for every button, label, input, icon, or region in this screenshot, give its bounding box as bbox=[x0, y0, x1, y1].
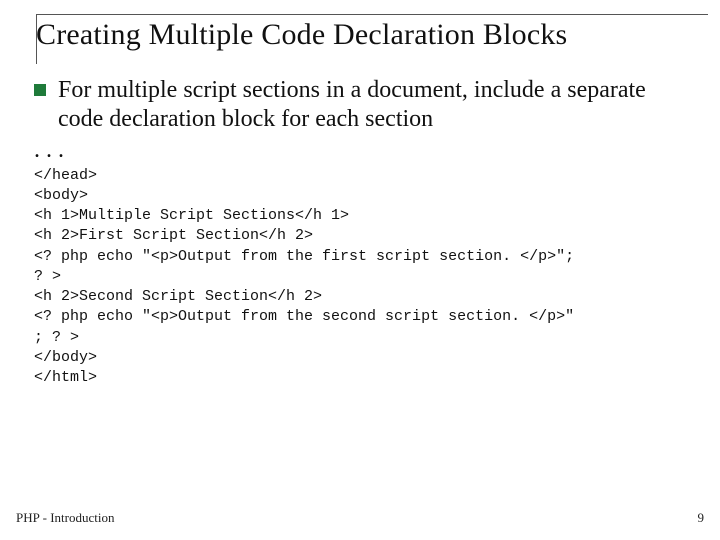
code-line: </html> bbox=[34, 369, 97, 386]
code-line: <body> bbox=[34, 187, 88, 204]
code-line: <? php echo "<p>Output from the second s… bbox=[34, 308, 574, 325]
footer-page-number: 9 bbox=[698, 510, 705, 526]
code-line: <h 2>First Script Section</h 2> bbox=[34, 227, 313, 244]
bullet-row: For multiple script sections in a docume… bbox=[34, 76, 692, 135]
title-rule-top bbox=[36, 14, 708, 15]
code-line: <? php echo "<p>Output from the first sc… bbox=[34, 248, 574, 265]
title-rule-left bbox=[36, 14, 37, 64]
bullet-text: For multiple script sections in a docume… bbox=[58, 76, 692, 135]
code-line: </head> bbox=[34, 167, 97, 184]
code-line: <h 2>Second Script Section</h 2> bbox=[34, 288, 322, 305]
code-line: ; ? > bbox=[34, 329, 79, 346]
square-bullet-icon bbox=[34, 84, 46, 96]
footer: PHP - Introduction 9 bbox=[16, 510, 704, 526]
footer-left: PHP - Introduction bbox=[16, 510, 114, 526]
code-line: </body> bbox=[34, 349, 97, 366]
ellipsis-text: . . . bbox=[34, 137, 692, 164]
code-line: <h 1>Multiple Script Sections</h 1> bbox=[34, 207, 349, 224]
code-block: </head> <body> <h 1>Multiple Script Sect… bbox=[34, 166, 692, 389]
body-area: For multiple script sections in a docume… bbox=[0, 58, 720, 388]
title-area: Creating Multiple Code Declaration Block… bbox=[0, 0, 720, 58]
code-line: ? > bbox=[34, 268, 61, 285]
slide-title: Creating Multiple Code Declaration Block… bbox=[36, 18, 720, 52]
